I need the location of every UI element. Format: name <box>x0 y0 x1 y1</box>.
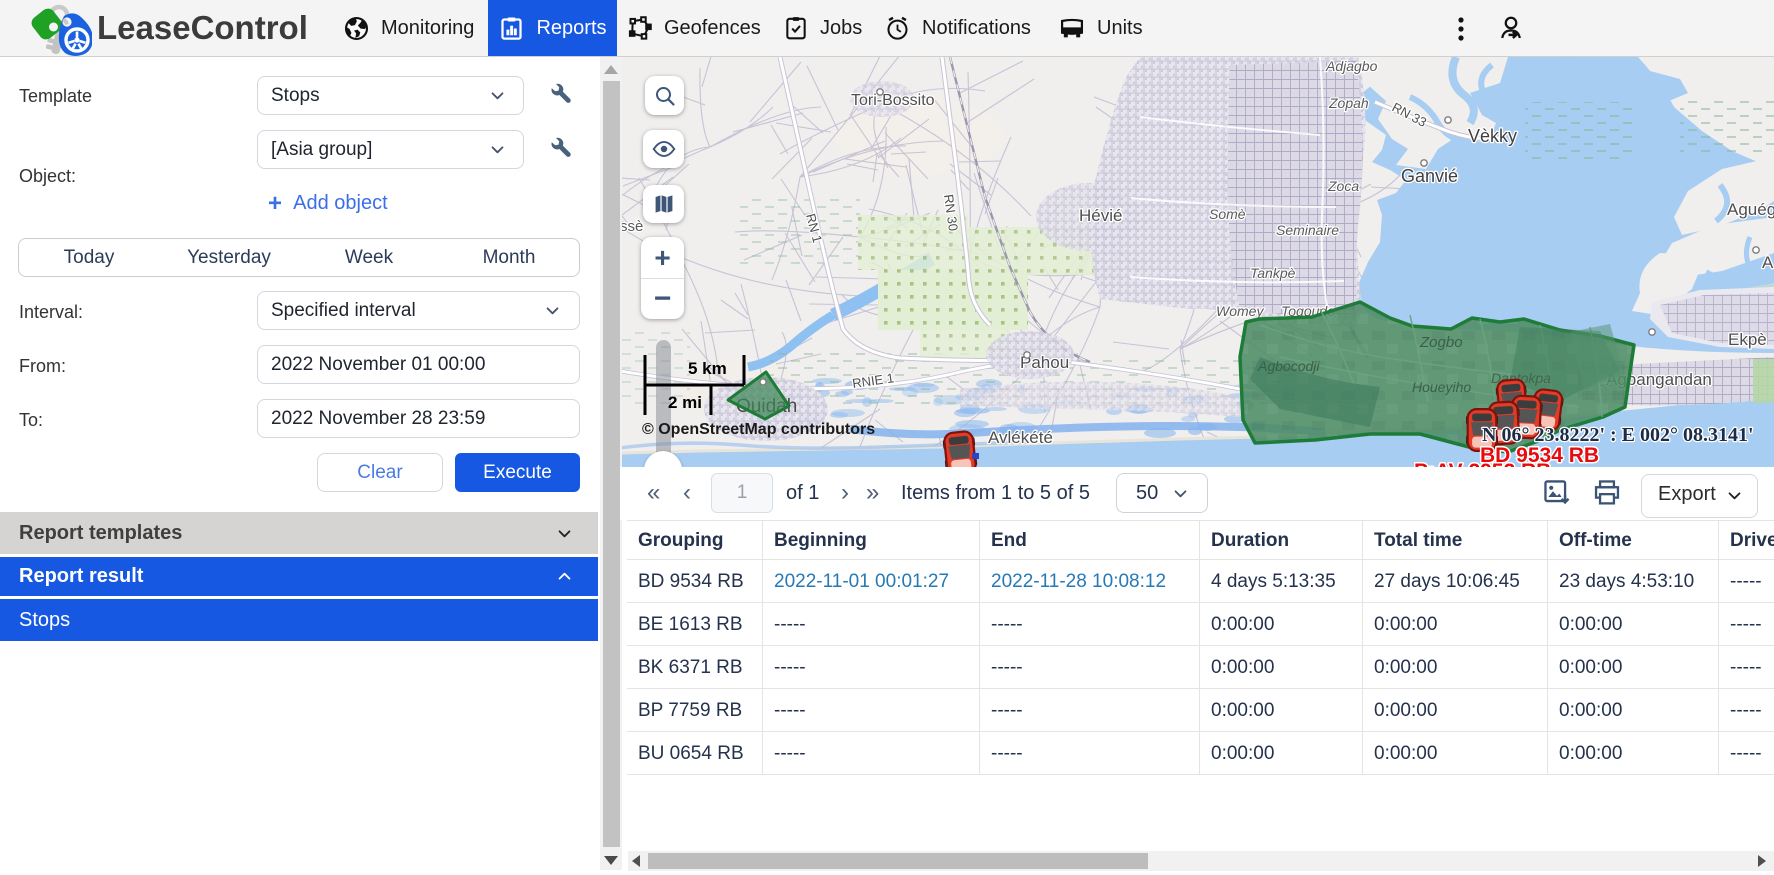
svg-text:Ekpè: Ekpè <box>1728 330 1767 349</box>
svg-text:Vèkky: Vèkky <box>1468 126 1517 146</box>
svg-text:2 mi: 2 mi <box>668 393 702 412</box>
svg-text:ssè: ssè <box>622 218 643 235</box>
svg-text:Ganvié: Ganvié <box>1401 166 1458 186</box>
svg-text:Hévié: Hévié <box>1079 206 1122 225</box>
svg-text:Somè: Somè <box>1209 206 1246 222</box>
svg-text:Zogbo: Zogbo <box>1419 334 1463 351</box>
svg-text:P:AV 2952 RB: P:AV 2952 RB <box>1414 460 1551 467</box>
svg-text:Adjagbo: Adjagbo <box>1325 58 1378 74</box>
svg-text:Zopah: Zopah <box>1328 95 1369 111</box>
svg-text:Tankpè: Tankpè <box>1250 265 1296 281</box>
svg-text:Houeyiho: Houeyiho <box>1412 379 1471 395</box>
svg-text:Seminaire: Seminaire <box>1276 222 1339 238</box>
svg-text:Avlékété: Avlékété <box>988 428 1053 447</box>
svg-text:N 06° 23.8222' : E 002° 08.314: N 06° 23.8222' : E 002° 08.3141' <box>1482 424 1754 446</box>
svg-text:Womey: Womey <box>1216 303 1264 319</box>
svg-text:Tori-Bossito: Tori-Bossito <box>851 92 935 109</box>
svg-text:A: A <box>1762 253 1774 272</box>
svg-text:Aguég: Aguég <box>1727 200 1774 219</box>
svg-text:Zoca: Zoca <box>1327 178 1359 194</box>
svg-text:5 km: 5 km <box>688 359 727 378</box>
svg-text:Agbocodji: Agbocodji <box>1257 358 1320 374</box>
